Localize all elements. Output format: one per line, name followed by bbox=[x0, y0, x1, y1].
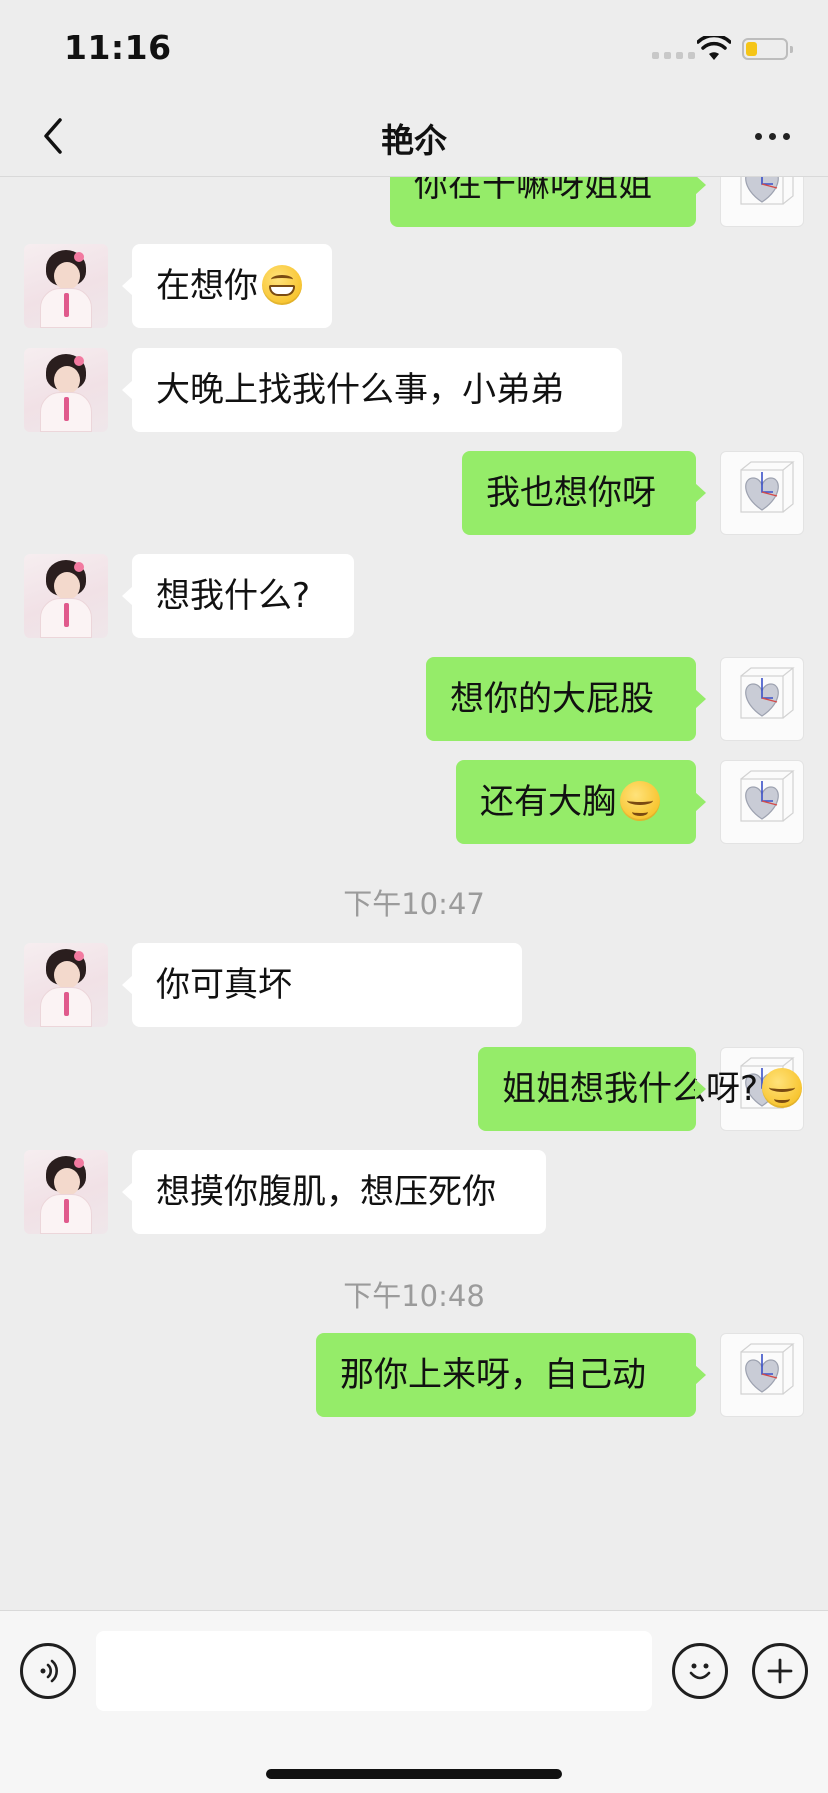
message-text: 你在干嘛呀姐姐 bbox=[414, 177, 652, 205]
my-avatar[interactable] bbox=[720, 1333, 804, 1417]
message-text: 还有大胸 bbox=[480, 782, 616, 822]
outgoing-message: 还有大胸 bbox=[0, 760, 828, 844]
ellipsis-icon bbox=[754, 132, 762, 140]
avatar-face bbox=[54, 1168, 80, 1196]
avatar-flower bbox=[74, 356, 84, 366]
message-text: 姐姐想我什么呀? bbox=[502, 1069, 759, 1109]
outgoing-message: 想你的大屁股 bbox=[0, 657, 828, 741]
avatar-dress bbox=[40, 598, 92, 638]
plus-button[interactable] bbox=[752, 1643, 808, 1699]
avatar-flower bbox=[74, 562, 84, 572]
message-text: 我也想你呀 bbox=[486, 473, 656, 513]
battery-icon bbox=[742, 38, 793, 60]
incoming-message: 想我什么? bbox=[0, 554, 828, 638]
message-bubble[interactable]: 大晚上找我什么事，小弟弟 bbox=[122, 348, 622, 432]
heart-cube-icon bbox=[740, 770, 795, 822]
emoji-button[interactable] bbox=[672, 1643, 728, 1699]
avatar-face bbox=[54, 366, 80, 394]
message-bubble[interactable]: 想摸你腹肌，想压死你 bbox=[122, 1150, 546, 1234]
message-text: 那你上来呀，自己动 bbox=[340, 1355, 646, 1395]
chat-header: 艳尒 bbox=[0, 96, 828, 177]
incoming-message: 你可真坏 bbox=[0, 943, 828, 1027]
avatar-dress bbox=[40, 288, 92, 328]
message-bubble[interactable]: 想我什么? bbox=[122, 554, 354, 638]
avatar-face bbox=[54, 572, 80, 600]
message-text: 在想你 bbox=[156, 266, 258, 306]
input-bar bbox=[0, 1610, 828, 1793]
shy-smile-emoji-icon bbox=[762, 1067, 803, 1108]
message-list[interactable]: 你在干嘛呀姐姐在想你大晚上找我什么事，小弟弟我也想你呀想我什么? 想你的大屁股还有… bbox=[0, 177, 828, 1610]
message-bubble[interactable]: 想你的大屁股 bbox=[426, 657, 706, 741]
my-avatar[interactable] bbox=[720, 657, 804, 741]
my-avatar[interactable] bbox=[720, 177, 804, 227]
message-bubble[interactable]: 姐姐想我什么呀? bbox=[478, 1047, 803, 1131]
incoming-message: 在想你 bbox=[0, 244, 828, 328]
outgoing-message: 我也想你呀 bbox=[0, 451, 828, 535]
contact-avatar[interactable] bbox=[24, 1150, 108, 1234]
avatar-dress bbox=[40, 1194, 92, 1234]
battery-level bbox=[746, 42, 757, 56]
avatar-flower bbox=[74, 1158, 84, 1168]
message-text: 大晚上找我什么事，小弟弟 bbox=[156, 370, 564, 410]
more-button[interactable] bbox=[744, 120, 800, 152]
signal-icon bbox=[652, 52, 695, 59]
plus-icon bbox=[767, 1658, 793, 1684]
avatar-flower bbox=[74, 252, 84, 262]
heart-cube-icon bbox=[740, 177, 794, 205]
heart-cube-icon bbox=[740, 1343, 795, 1395]
message-timestamp: 下午10:47 bbox=[343, 887, 485, 921]
my-avatar[interactable] bbox=[720, 451, 804, 535]
incoming-message: 大晚上找我什么事，小弟弟 bbox=[0, 348, 828, 432]
message-bubble[interactable]: 还有大胸 bbox=[456, 760, 706, 844]
message-text: 想你的大屁股 bbox=[450, 679, 654, 719]
contact-avatar[interactable] bbox=[24, 554, 108, 638]
heart-cube-icon bbox=[740, 461, 795, 513]
contact-avatar[interactable] bbox=[24, 943, 108, 1027]
outgoing-message: 你在干嘛呀姐姐 bbox=[0, 177, 828, 227]
status-time: 11:16 bbox=[64, 28, 172, 67]
message-text: 想摸你腹肌，想压死你 bbox=[156, 1172, 496, 1212]
message-bubble[interactable]: 在想你 bbox=[122, 244, 332, 328]
message-bubble[interactable]: 那你上来呀，自己动 bbox=[316, 1333, 706, 1417]
shy-smile-emoji-icon bbox=[620, 780, 660, 821]
message-text: 你可真坏 bbox=[156, 965, 292, 1005]
message-bubble[interactable]: 你在干嘛呀姐姐 bbox=[390, 177, 706, 227]
chat-title: 艳尒 bbox=[381, 121, 447, 160]
status-bar: 11:16 bbox=[0, 0, 828, 96]
message-timestamp: 下午10:48 bbox=[343, 1279, 485, 1313]
voice-icon bbox=[40, 1659, 58, 1683]
avatar-flower bbox=[74, 951, 84, 961]
message-input[interactable] bbox=[96, 1631, 652, 1711]
avatar-dress bbox=[40, 987, 92, 1027]
outgoing-message: 那你上来呀，自己动 bbox=[0, 1333, 828, 1417]
grin-emoji-icon bbox=[262, 264, 302, 305]
avatar-face bbox=[54, 262, 80, 290]
wifi-icon bbox=[697, 36, 731, 60]
home-indicator bbox=[266, 1769, 562, 1779]
avatar-dress bbox=[40, 392, 92, 432]
my-avatar[interactable] bbox=[720, 760, 804, 844]
incoming-message: 想摸你腹肌，想压死你 bbox=[0, 1150, 828, 1234]
contact-avatar[interactable] bbox=[24, 348, 108, 432]
message-bubble[interactable]: 我也想你呀 bbox=[462, 451, 706, 535]
outgoing-message: 姐姐想我什么呀? bbox=[0, 1047, 828, 1131]
avatar-face bbox=[54, 961, 80, 989]
message-bubble[interactable]: 你可真坏 bbox=[122, 943, 522, 1027]
message-text: 想我什么? bbox=[156, 576, 311, 616]
heart-cube-icon bbox=[740, 667, 795, 719]
smiley-icon bbox=[689, 1663, 711, 1680]
voice-button[interactable] bbox=[20, 1643, 76, 1699]
contact-avatar[interactable] bbox=[24, 244, 108, 328]
